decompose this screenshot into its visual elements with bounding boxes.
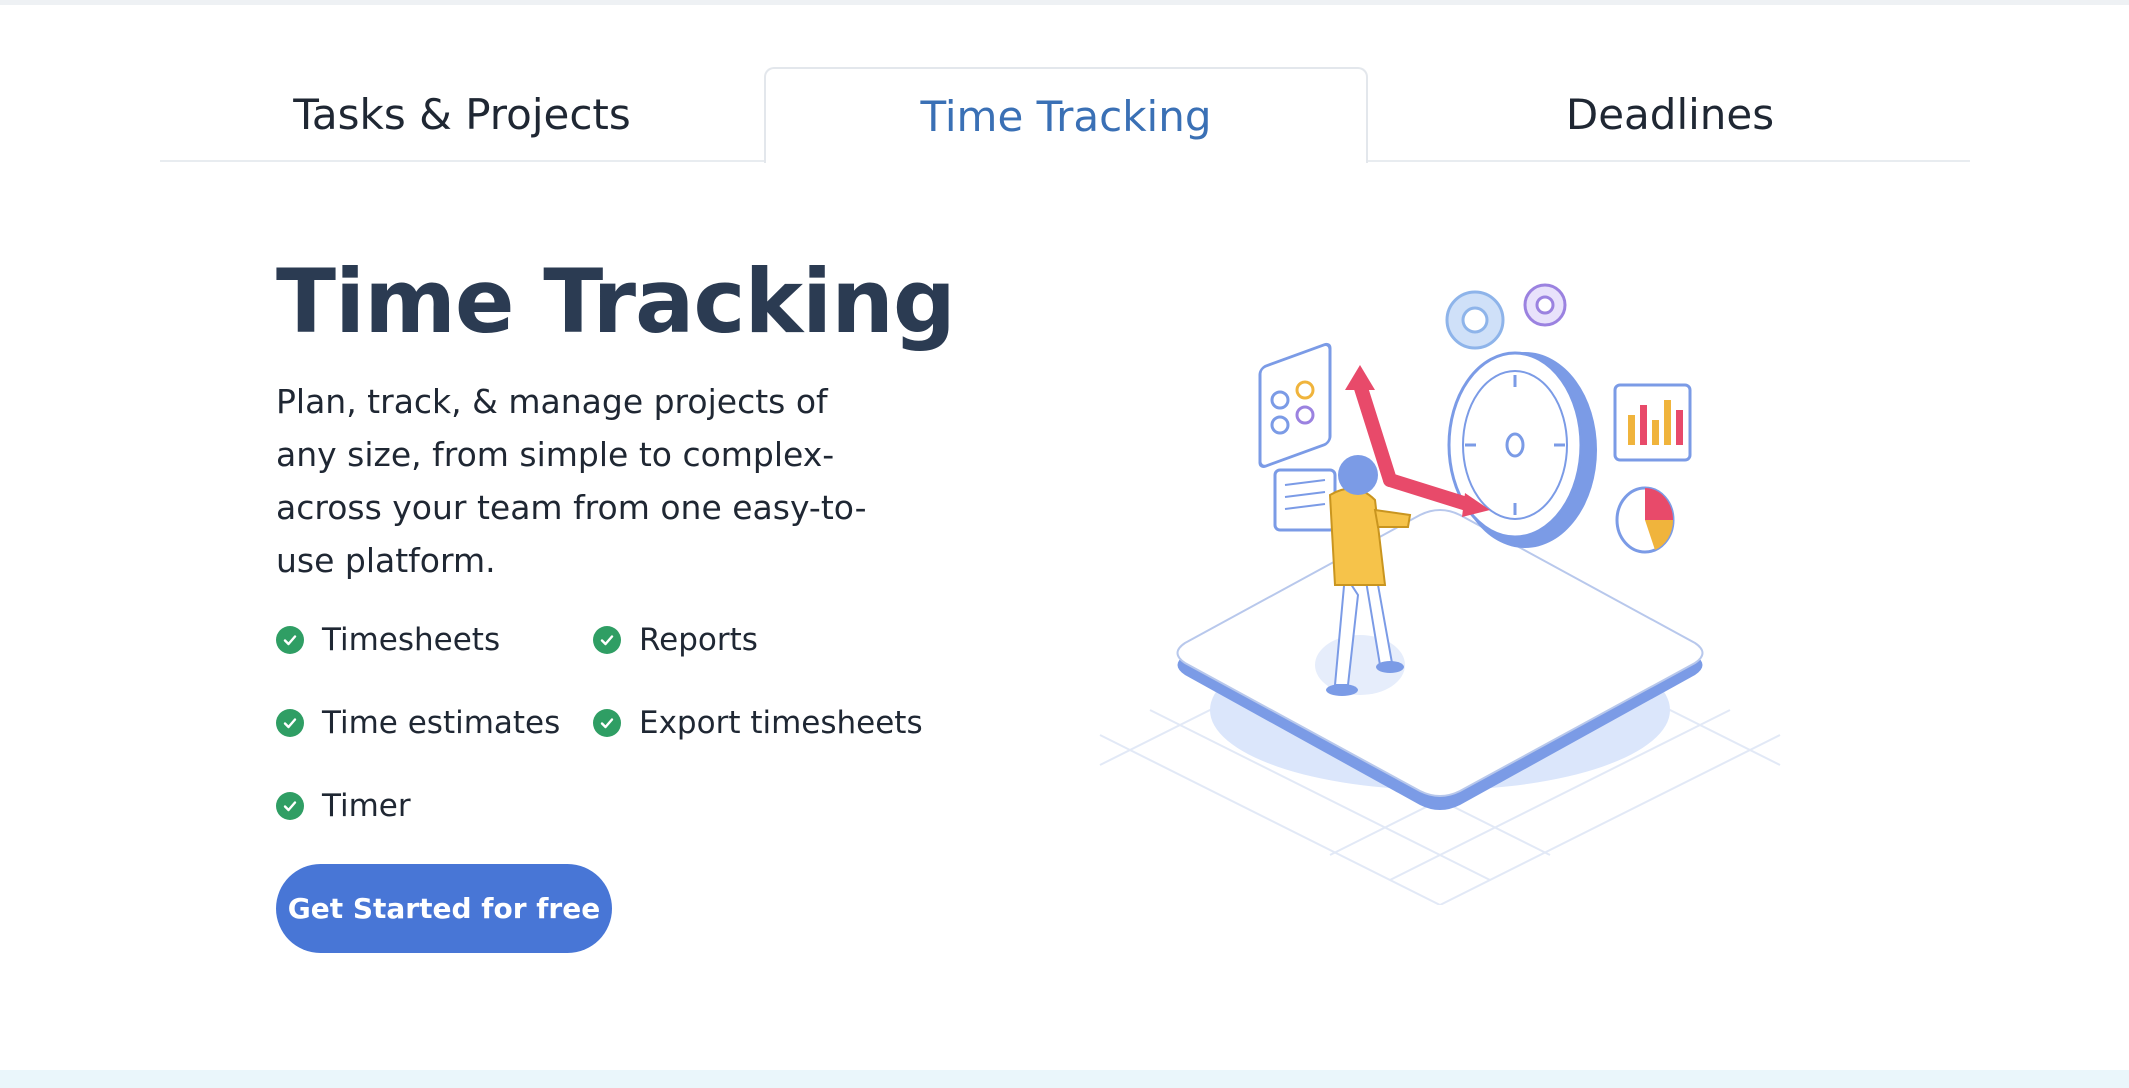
tab-time-tracking[interactable]: Time Tracking xyxy=(764,67,1368,163)
document-icon xyxy=(1273,468,1337,532)
section-title: Time Tracking xyxy=(276,250,956,353)
check-circle-icon xyxy=(276,792,304,820)
check-circle-icon xyxy=(593,709,621,737)
feature-label: Time estimates xyxy=(322,705,561,741)
feature-item: Timer xyxy=(276,788,411,824)
feature-label: Export timesheets xyxy=(639,705,923,741)
feature-label: Timesheets xyxy=(322,622,501,658)
check-circle-icon xyxy=(276,626,304,654)
bar-chart-icon xyxy=(1613,383,1692,462)
gear-icon xyxy=(1445,283,1567,350)
footer-band xyxy=(0,1070,2129,1088)
feature-label: Timer xyxy=(322,788,411,824)
feature-item: Export timesheets xyxy=(593,705,923,741)
section-description: Plan, track, & manage projects of any si… xyxy=(276,382,867,580)
stopwatch-icon xyxy=(1447,351,1597,548)
feature-item: Reports xyxy=(593,622,758,658)
feature-label: Reports xyxy=(639,622,758,658)
pie-chart-icon xyxy=(1615,486,1675,554)
feature-item: Time estimates xyxy=(276,705,560,741)
top-divider xyxy=(0,0,2129,5)
check-circle-icon xyxy=(276,709,304,737)
tab-tasks-projects[interactable]: Tasks & Projects xyxy=(160,67,764,162)
time-tracking-illustration xyxy=(1099,283,1781,905)
feature-tabs: Tasks & Projects Time Tracking Deadlines xyxy=(160,67,1972,163)
feature-item: Timesheets xyxy=(276,622,500,658)
get-started-button[interactable]: Get Started for free xyxy=(276,864,612,953)
tab-deadlines[interactable]: Deadlines xyxy=(1368,67,1972,162)
dashboard-panel-icon xyxy=(1258,342,1332,468)
page: Tasks & Projects Time Tracking Deadlines… xyxy=(0,0,2129,1088)
check-circle-icon xyxy=(593,626,621,654)
